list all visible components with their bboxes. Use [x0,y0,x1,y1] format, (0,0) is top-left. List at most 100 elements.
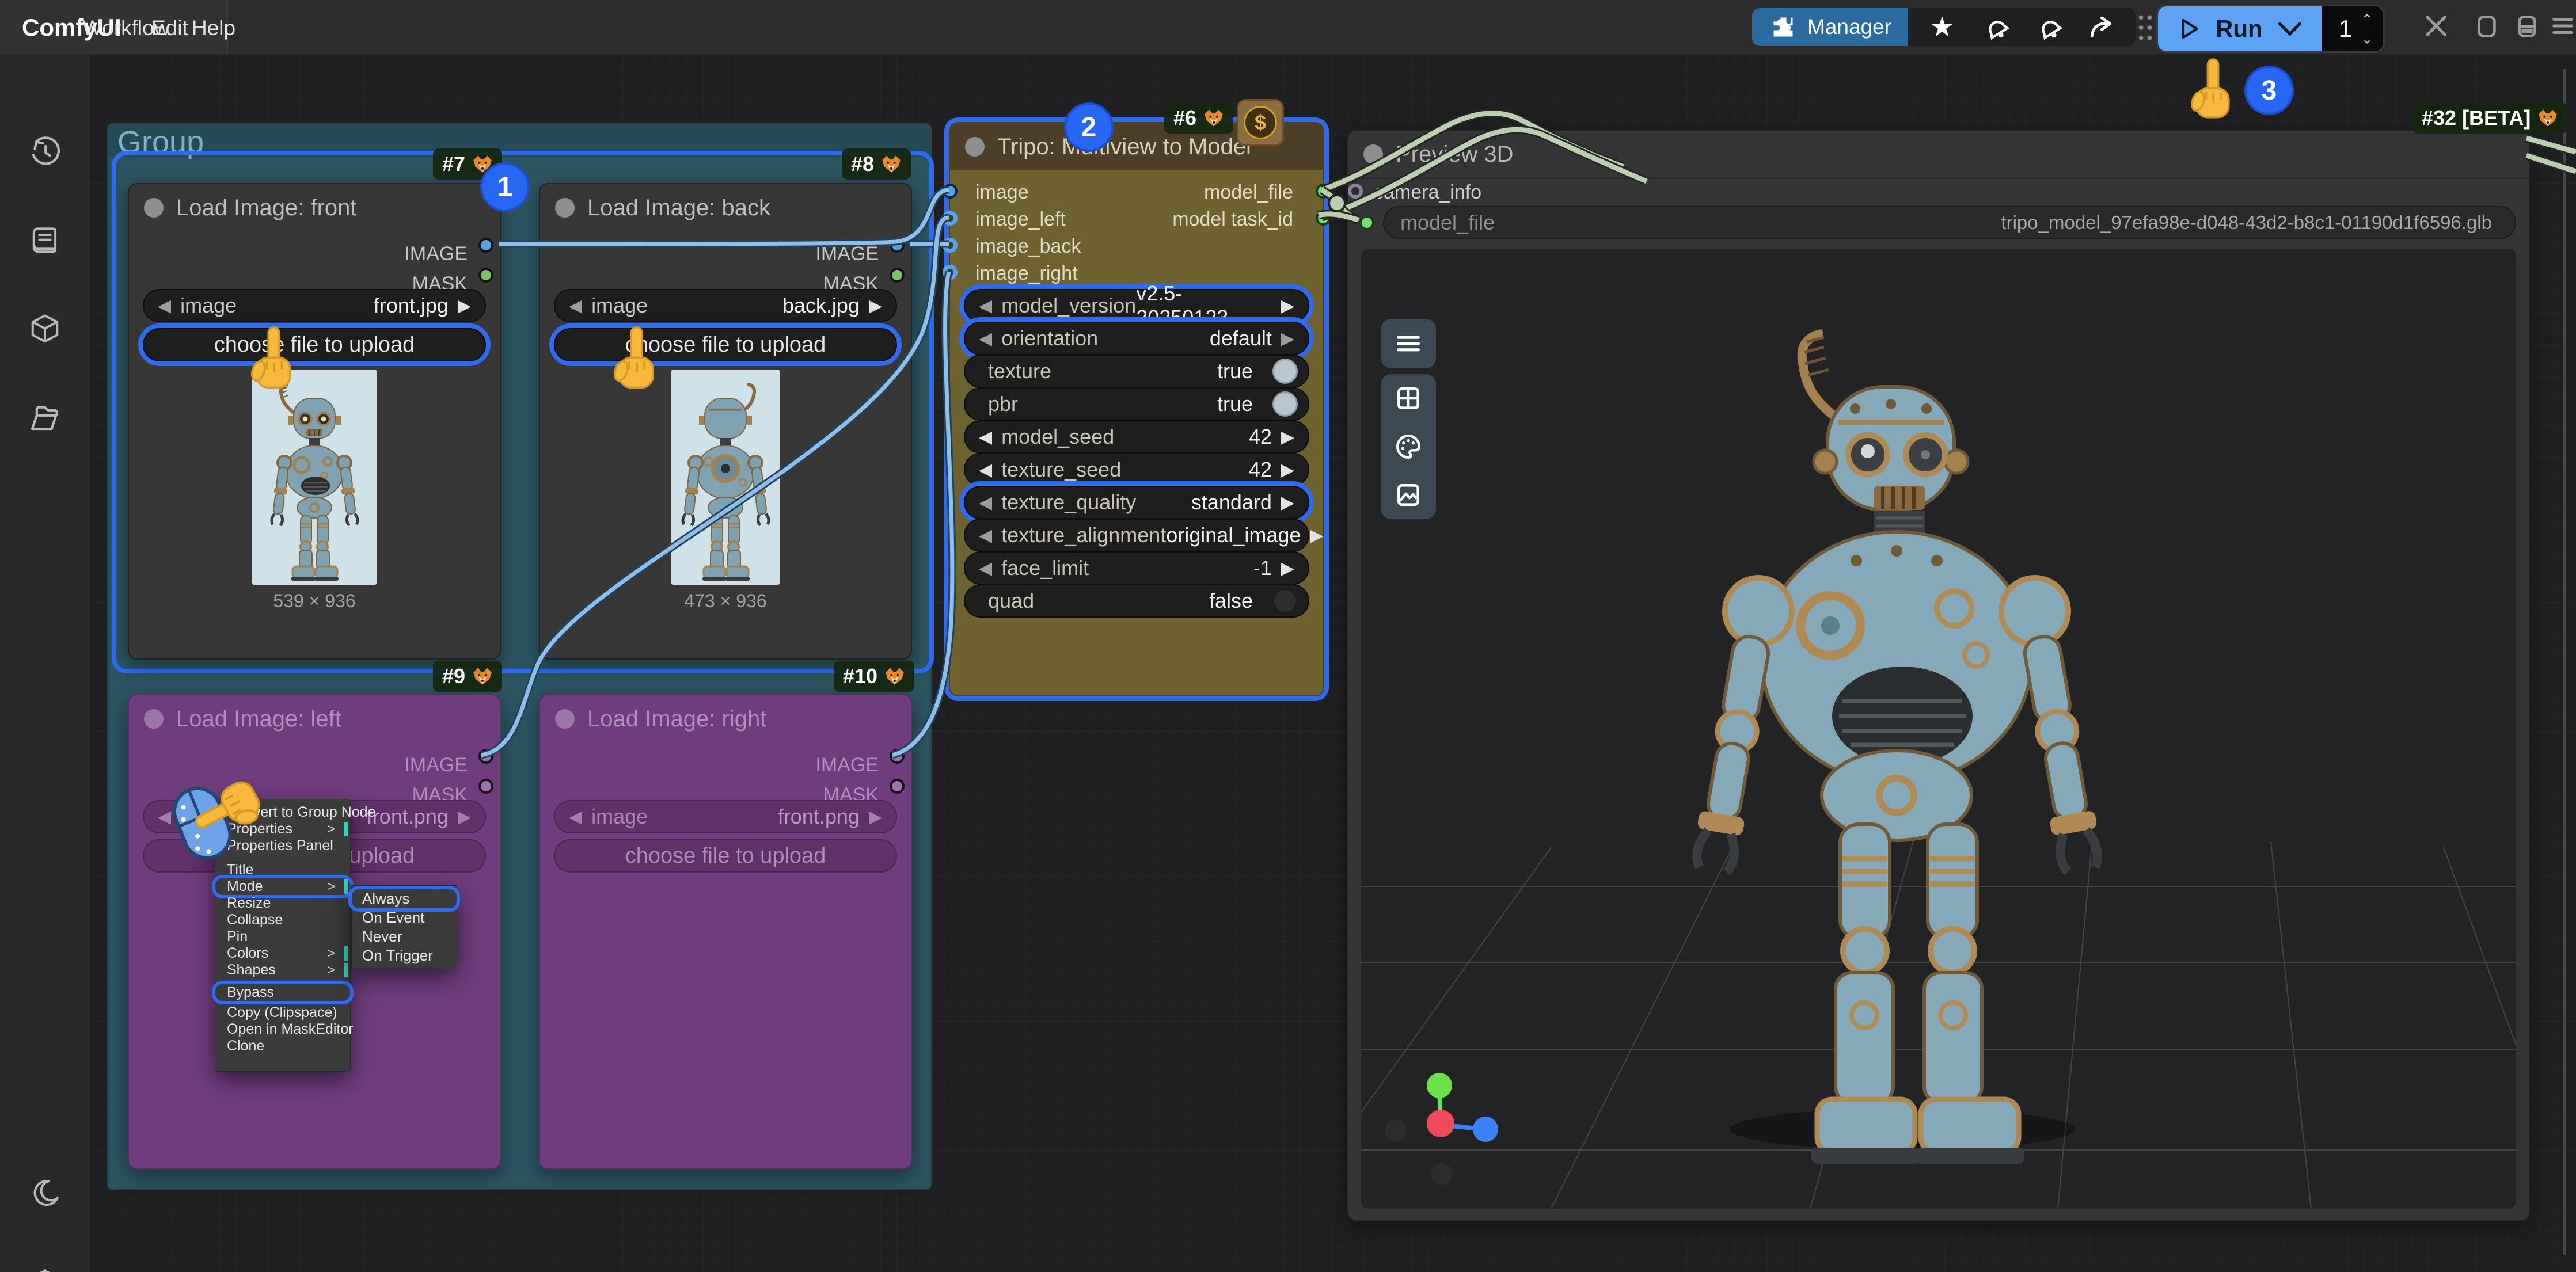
widget-face-limit[interactable]: ◀ face_limit -1 ▶ [964,551,1309,585]
model-library-icon[interactable] [16,300,74,358]
queue-count-stepper[interactable]: 1 ⌃⌃ [2322,6,2383,51]
output-port-image[interactable] [890,238,905,253]
decrement-arrow-icon[interactable]: ◀ [979,493,992,513]
node-preview-3d[interactable]: Preview 3D camera_info model_file tripo_… [1347,130,2530,1221]
output-port-model-file[interactable] [1316,184,1331,199]
widget-model-version[interactable]: ◀ model_version v2.5-20250123 ▶ [964,289,1309,322]
submenu-never[interactable]: Never [352,927,457,946]
increment-arrow-icon[interactable]: ▶ [458,807,471,827]
decrement-arrow-icon[interactable]: ◀ [979,329,992,349]
submenu-on-event[interactable]: On Event [352,908,457,927]
widget-quad-toggle[interactable]: quad false [964,584,1309,618]
close-icon[interactable] [2423,13,2449,39]
bell-tilted-icon[interactable] [1980,12,2010,42]
node-header[interactable]: Load Image: back [540,184,911,231]
split-panel-icon[interactable] [2514,13,2540,39]
node-load-image-back[interactable]: Load Image: back IMAGE MASK ◀ image back… [539,183,912,660]
input-port-image-left[interactable] [943,211,958,226]
output-port-mask[interactable] [890,779,905,794]
node-load-image-front[interactable]: Load Image: front IMAGE MASK ◀ image fro… [128,183,501,660]
menu-shapes[interactable]: Shapes [215,962,350,978]
output-port-mask[interactable] [890,268,905,283]
stepper-arrows-icon[interactable]: ⌃⌃ [2361,14,2373,43]
increment-arrow-icon[interactable]: ▶ [1281,460,1294,480]
choose-file-button[interactable]: choose file to upload [554,839,897,873]
settings-gear-icon[interactable] [16,1252,74,1272]
increment-arrow-icon[interactable]: ▶ [869,296,882,316]
decrement-arrow-icon[interactable]: ◀ [569,807,582,827]
output-port-image[interactable] [478,749,493,764]
window-icon[interactable] [2474,13,2500,39]
history-icon[interactable] [16,123,74,181]
bell-tilted-icon-2[interactable] [2033,12,2063,42]
axis-gizmo[interactable] [1373,1054,1557,1193]
menu-resize[interactable]: Resize [215,895,350,912]
input-port-image-back[interactable] [943,238,958,253]
output-port-task-id[interactable] [1316,211,1331,226]
submenu-on-trigger[interactable]: On Trigger [352,946,457,965]
menu-copy-clipspace[interactable]: Copy (Clipspace) [215,1004,350,1021]
star-icon[interactable]: ★ [1927,12,1957,42]
manager-button[interactable]: Manager [1752,8,1908,46]
widget-pbr-toggle[interactable]: pbr true [964,387,1309,421]
node-load-image-right[interactable]: Load Image: right IMAGE MASK ◀ image fro… [539,694,912,1170]
decrement-arrow-icon[interactable]: ◀ [569,296,582,316]
menu-pin[interactable]: Pin [215,928,350,945]
node-header[interactable]: Load Image: front [129,184,500,231]
widget-texture-quality[interactable]: ◀ texture_quality standard ▶ [964,486,1309,519]
image-combo-widget[interactable]: ◀ image front.png ▶ [554,800,897,833]
menu-clone[interactable]: Clone [215,1038,350,1054]
run-button[interactable]: Run [2158,6,2322,51]
input-port-image[interactable] [943,184,958,199]
toggle-knob[interactable] [1272,588,1298,614]
submenu-always[interactable]: Always [352,889,457,908]
viewport-hamburger-icon[interactable] [1393,329,1423,359]
workflows-folder-icon[interactable] [16,390,74,447]
choose-file-button[interactable]: choose file to upload [143,328,486,361]
menu-open-maskeditor[interactable]: Open in MaskEditor [215,1021,350,1038]
input-port-image-right[interactable] [943,265,958,280]
decrement-arrow-icon[interactable]: ◀ [979,427,992,447]
decrement-arrow-icon[interactable]: ◀ [979,460,992,480]
hamburger-menu-icon[interactable] [2550,13,2576,39]
image-combo-widget[interactable]: ◀ image front.jpg ▶ [143,289,486,322]
widget-texture-seed[interactable]: ◀ texture_seed 42 ▶ [964,453,1309,486]
increment-arrow-icon[interactable]: ▶ [1281,329,1294,349]
widget-orientation[interactable]: ◀ orientation default ▶ [964,322,1309,355]
widget-texture-toggle[interactable]: texture true [964,355,1309,388]
decrement-arrow-icon[interactable]: ◀ [979,558,992,578]
toggle-knob[interactable] [1272,391,1298,417]
grid-view-icon[interactable] [1394,384,1423,413]
model-file-widget[interactable]: model_file tripo_model_97efa98e-d048-43d… [1383,206,2516,239]
theme-moon-icon[interactable] [16,1165,74,1223]
menu-edit[interactable]: Edit [151,16,188,40]
choose-file-button[interactable]: choose file to upload [554,328,897,361]
decrement-arrow-icon[interactable]: ◀ [979,296,992,316]
node-library-icon[interactable] [16,212,74,270]
widget-texture-alignment[interactable]: ◀ texture_alignment original_image ▶ [964,519,1309,552]
increment-arrow-icon[interactable]: ▶ [1310,525,1323,546]
increment-arrow-icon[interactable]: ▶ [1281,558,1294,578]
image-icon[interactable] [1394,481,1423,509]
menu-help[interactable]: Help [192,16,235,40]
output-port-mask[interactable] [478,268,493,283]
increment-arrow-icon[interactable]: ▶ [458,296,471,316]
increment-arrow-icon[interactable]: ▶ [869,807,882,827]
output-port-mask[interactable] [478,779,493,794]
palette-icon[interactable] [1394,432,1423,461]
decrement-arrow-icon[interactable]: ◀ [158,296,171,316]
increment-arrow-icon[interactable]: ▶ [1281,427,1294,447]
canvas-edge-scrollbar[interactable] [2563,69,2566,1255]
3d-viewport[interactable] [1361,249,2516,1209]
increment-arrow-icon[interactable]: ▶ [1281,296,1294,316]
menu-bypass[interactable]: Bypass [215,984,350,1001]
input-port-camera-info[interactable] [1348,184,1363,199]
decrement-arrow-icon[interactable]: ◀ [979,525,992,546]
menu-collapse[interactable]: Collapse [215,912,350,928]
menu-mode[interactable]: Mode [215,878,350,895]
output-port-image[interactable] [890,749,905,764]
menu-colors[interactable]: Colors [215,945,350,962]
toggle-knob[interactable] [1272,359,1298,384]
increment-arrow-icon[interactable]: ▶ [1281,493,1294,513]
output-port-image[interactable] [478,238,493,253]
